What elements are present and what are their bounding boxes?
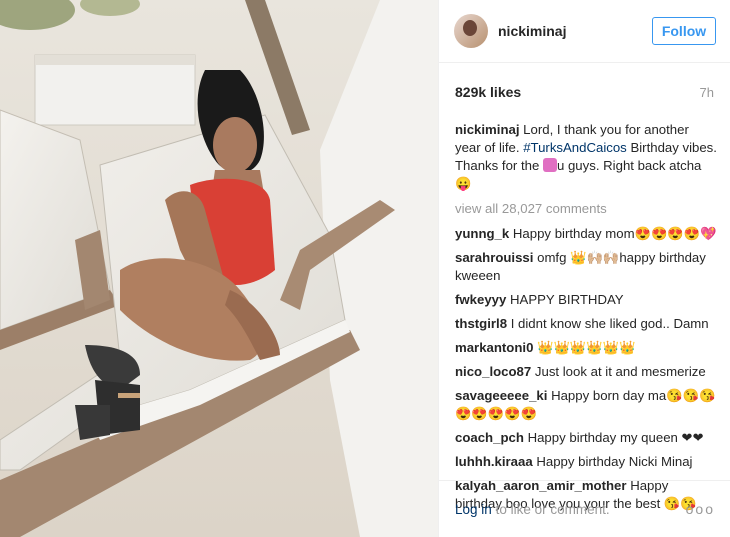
login-prompt-text: to like or comment. bbox=[495, 501, 610, 517]
comment-text: I didnt know she liked god.. Damn bbox=[510, 316, 709, 331]
comment-text: HAPPY BIRTHDAY bbox=[510, 292, 624, 307]
comment-username[interactable]: markantoni0 bbox=[455, 340, 533, 355]
caption: nickiminaj Lord, I thank you for another… bbox=[455, 121, 717, 193]
comment-item: savageeeee_ki Happy born day ma😘😘😘😍😍😍😍😍 bbox=[455, 387, 717, 423]
comment-username[interactable]: savageeeee_ki bbox=[455, 388, 547, 403]
comment-item: nico_loco87 Just look at it and mesmeriz… bbox=[455, 363, 717, 381]
post-sidebar: nickiminaj Follow 829k likes 7h nickimin… bbox=[438, 0, 730, 537]
avatar[interactable] bbox=[454, 14, 488, 48]
caption-username[interactable]: nickiminaj bbox=[455, 122, 520, 137]
comment-username[interactable]: yunng_k bbox=[455, 226, 509, 241]
comment-item: markantoni0 👑👑👑👑👑👑 bbox=[455, 339, 717, 357]
comment-item: sarahrouissi omfg 👑🙌🏼🙌🏼happy birthday kw… bbox=[455, 249, 717, 285]
more-options-icon[interactable]: ooo bbox=[686, 501, 715, 517]
follow-button[interactable]: Follow bbox=[652, 17, 716, 45]
post-image bbox=[0, 0, 438, 537]
likes-count[interactable]: 829k likes bbox=[455, 84, 521, 100]
post-header: nickiminaj Follow bbox=[439, 0, 730, 63]
post-meta: 829k likes 7h bbox=[439, 63, 730, 121]
love-letter-icon bbox=[542, 158, 557, 172]
comment-username[interactable]: sarahrouissi bbox=[455, 250, 533, 265]
comments-section: nickiminaj Lord, I thank you for another… bbox=[455, 121, 717, 519]
instagram-post: nickiminaj Follow 829k likes 7h nickimin… bbox=[0, 0, 730, 537]
comment-username[interactable]: luhhh.kiraaa bbox=[455, 454, 533, 469]
post-footer: Log in to like or comment. ooo bbox=[439, 480, 730, 537]
comment-item: coach_pch Happy birthday my queen ❤❤ bbox=[455, 429, 717, 447]
comment-username[interactable]: coach_pch bbox=[455, 430, 524, 445]
comment-text: 👑👑👑👑👑👑 bbox=[537, 340, 636, 355]
username-link[interactable]: nickiminaj bbox=[498, 23, 652, 39]
comment-text: Happy birthday mom😍😍😍😍💖 bbox=[512, 226, 717, 241]
comment-item: luhhh.kiraaa Happy birthday Nicki Minaj bbox=[455, 453, 717, 471]
comment-username[interactable]: fwkeyyy bbox=[455, 292, 506, 307]
comment-text: Just look at it and mesmerize bbox=[534, 364, 706, 379]
comment-username[interactable]: nico_loco87 bbox=[455, 364, 531, 379]
view-all-comments-link[interactable]: view all 28,027 comments bbox=[455, 200, 717, 218]
hashtag-link[interactable]: #TurksAndCaicos bbox=[523, 140, 627, 155]
post-photo[interactable] bbox=[0, 0, 438, 537]
comment-text: Happy birthday Nicki Minaj bbox=[536, 454, 693, 469]
comment-item: fwkeyyy HAPPY BIRTHDAY bbox=[455, 291, 717, 309]
post-time[interactable]: 7h bbox=[700, 85, 714, 100]
comment-item: thstgirl8 I didnt know she liked god.. D… bbox=[455, 315, 717, 333]
login-prompt: Log in to like or comment. bbox=[455, 502, 610, 517]
comment-text: Happy birthday my queen ❤❤ bbox=[527, 430, 704, 445]
login-link[interactable]: Log in bbox=[455, 502, 492, 517]
comment-item: yunng_k Happy birthday mom😍😍😍😍💖 bbox=[455, 225, 717, 243]
comment-username[interactable]: thstgirl8 bbox=[455, 316, 507, 331]
